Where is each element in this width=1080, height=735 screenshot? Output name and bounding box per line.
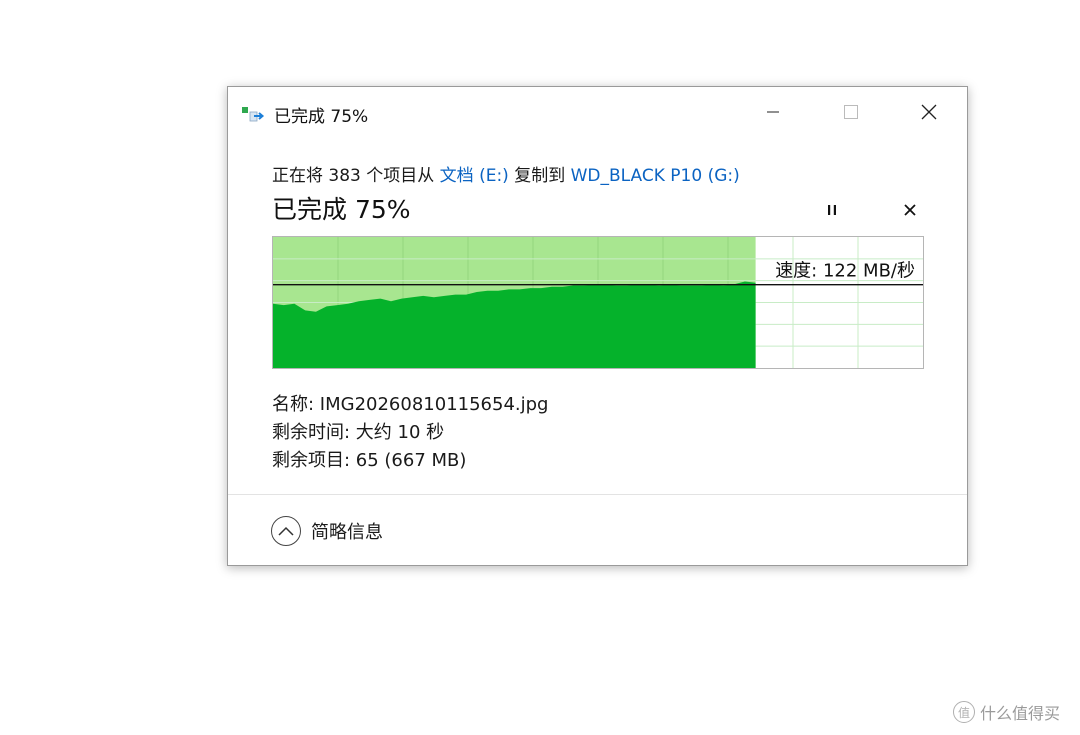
cancel-icon (904, 204, 916, 216)
close-icon (921, 104, 937, 120)
copy-progress-dialog: 已完成 75% 正在将 383 个项目从 文档 (E:) 复制到 WD_BLAC… (227, 86, 968, 566)
copy-prefix-text: 正在将 383 个项目从 (272, 166, 440, 186)
copy-middle-text: 复制到 (508, 166, 571, 186)
cancel-button[interactable] (896, 197, 924, 223)
less-details-button[interactable]: 简略信息 (271, 514, 383, 548)
copy-description: 正在将 383 个项目从 文档 (E:) 复制到 WD_BLACK P10 (G… (272, 161, 740, 186)
close-button[interactable] (906, 87, 952, 137)
source-link[interactable]: 文档 (E:) (440, 166, 509, 186)
items-remaining-line: 剩余项目: 65 (667 MB) (272, 450, 467, 471)
footer-divider (228, 494, 967, 495)
speed-graph: 速度: 122 MB/秒 (272, 236, 924, 369)
file-name-line: 名称: IMG20260810115654.jpg (272, 394, 549, 415)
copy-files-icon (242, 107, 265, 122)
destination-link[interactable]: WD_BLACK P10 (G:) (571, 166, 740, 186)
window-title: 已完成 75% (274, 107, 369, 127)
watermark-badge-icon: 值 (953, 701, 975, 723)
watermark-text: 什么值得买 (980, 704, 1061, 723)
minimize-button[interactable] (750, 87, 796, 137)
time-remaining-line: 剩余时间: 大约 10 秒 (272, 422, 445, 443)
collapse-circle (271, 516, 301, 546)
maximize-button[interactable] (828, 87, 874, 137)
minimize-icon (767, 111, 779, 113)
title-bar[interactable]: 已完成 75% (228, 87, 967, 137)
watermark: 值 什么值得买 (953, 700, 1060, 724)
speed-label: 速度: 122 MB/秒 (775, 261, 915, 282)
less-details-label: 简略信息 (311, 522, 383, 543)
chevron-up-icon (278, 526, 294, 536)
maximize-icon (844, 105, 858, 119)
progress-title: 已完成 75% (272, 195, 411, 224)
pause-icon (828, 205, 836, 215)
pause-button[interactable] (818, 197, 846, 223)
